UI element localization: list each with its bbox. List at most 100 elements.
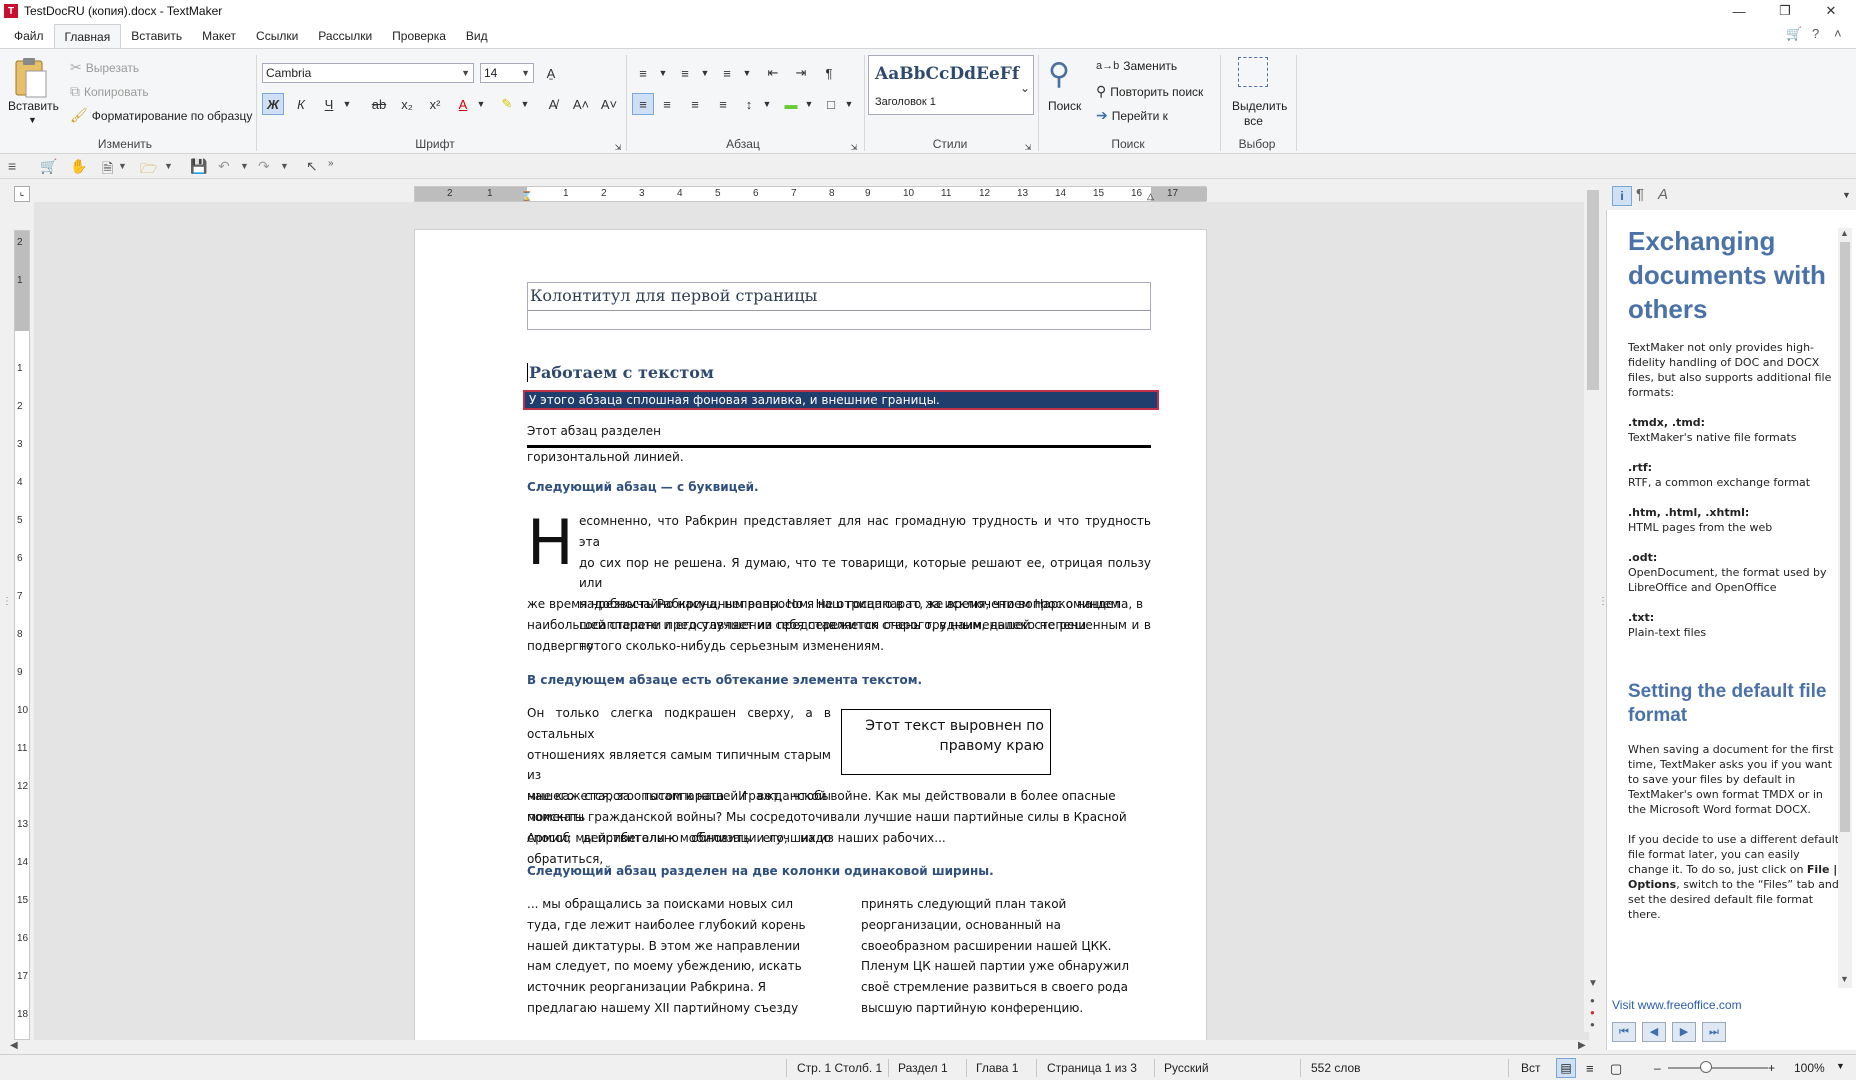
format-painter-button[interactable]: 🖌 Форматирование по образцу <box>70 107 252 124</box>
dialog-launcher-icon[interactable]: ⇲ <box>1022 141 1034 153</box>
undo-dropdown-icon[interactable]: ▼ <box>240 161 249 171</box>
menu-review[interactable]: Проверка <box>382 24 456 48</box>
next-object-icon[interactable]: ● <box>1590 1020 1595 1029</box>
bullets-icon[interactable]: ≡ <box>632 62 654 84</box>
select-all-icon[interactable] <box>1238 57 1268 87</box>
right-indent-marker-icon[interactable]: △ <box>1147 191 1154 202</box>
replace-button[interactable]: a→b Заменить <box>1096 59 1177 73</box>
undo-icon[interactable]: ↶ <box>218 158 230 175</box>
search-button[interactable]: Поиск <box>1048 99 1081 113</box>
style-gallery[interactable]: AaBbCcDdEeFf Заголовок 1 <box>868 55 1034 115</box>
tab-stop-selector-icon[interactable]: ⌞ <box>14 186 30 202</box>
underline-dropdown-icon[interactable]: ▼ <box>336 93 358 115</box>
minimize-icon[interactable]: — <box>1716 0 1762 22</box>
line-spacing-dropdown-icon[interactable]: ▼ <box>756 93 778 115</box>
numbering-dropdown-icon[interactable]: ▼ <box>694 62 716 84</box>
freeoffice-link[interactable]: Visit www.freeoffice.com <box>1612 998 1742 1012</box>
scroll-down-icon[interactable]: ▼ <box>1588 978 1598 989</box>
bold-button[interactable]: Ж <box>262 93 284 115</box>
menu-view[interactable]: Вид <box>456 24 498 48</box>
bullets-dropdown-icon[interactable]: ▼ <box>652 62 674 84</box>
horizontal-scrollbar[interactable]: ◀ ▶ <box>8 1040 1592 1054</box>
italic-button[interactable]: К <box>290 93 312 115</box>
new-document-icon[interactable]: 🗎 <box>102 158 113 182</box>
copy-button[interactable]: ⧉ Копировать <box>70 83 149 100</box>
change-case-icon[interactable]: A̱ <box>540 62 562 84</box>
page-view-icon[interactable]: ▤ <box>1556 1058 1576 1078</box>
cart-icon[interactable]: 🛒 <box>40 158 57 175</box>
align-center-icon[interactable]: ≡ <box>656 93 678 115</box>
align-left-icon[interactable]: ≡ <box>632 93 654 115</box>
paste-button[interactable]: Вставить <box>8 99 59 113</box>
numbering-icon[interactable]: ≡ <box>674 62 696 84</box>
paragraph-style-icon[interactable]: ¶ <box>1636 186 1644 203</box>
menu-home[interactable]: Главная <box>53 24 122 48</box>
status-section[interactable]: Раздел 1 <box>898 1061 948 1075</box>
help-icon[interactable]: ? <box>1812 26 1819 41</box>
vertical-ruler[interactable]: 2 1 1 2 3 4 5 6 7 8 9 10 11 12 13 14 15 … <box>14 230 30 1040</box>
vertical-scrollbar[interactable]: ▼ ● ● ● <box>1584 182 1602 1032</box>
multilevel-list-icon[interactable]: ≡ <box>716 62 738 84</box>
superscript-icon[interactable]: x² <box>424 93 446 115</box>
next-page-icon[interactable]: ▶ <box>1672 1022 1696 1042</box>
document-page[interactable]: Колонтитул для первой страницы Работаем … <box>414 229 1207 1049</box>
select-all-button-line1[interactable]: Выделить <box>1232 99 1287 113</box>
cut-button[interactable]: ✂ Вырезать <box>70 59 139 76</box>
scroll-left-icon[interactable]: ◀ <box>10 1040 18 1051</box>
goto-button[interactable]: ➔ Перейти к <box>1096 107 1168 124</box>
shading-dropdown-icon[interactable]: ▼ <box>798 93 820 115</box>
status-chapter[interactable]: Глава 1 <box>976 1061 1018 1075</box>
zoom-out-icon[interactable]: – <box>1654 1061 1661 1075</box>
scrollbar-thumb[interactable] <box>1587 190 1599 390</box>
zoom-level[interactable]: 100% <box>1794 1061 1825 1075</box>
browse-object-icon[interactable]: ● <box>1590 1008 1595 1017</box>
strikethrough-icon[interactable]: ab <box>368 93 390 115</box>
search-icon[interactable]: ⚲ <box>1048 57 1070 92</box>
zoom-dropdown-icon[interactable]: ▼ <box>1836 1061 1845 1071</box>
status-page[interactable]: Страница 1 из 3 <box>1047 1061 1137 1075</box>
multilevel-dropdown-icon[interactable]: ▼ <box>736 62 758 84</box>
pilcrow-icon[interactable]: ¶ <box>818 62 840 84</box>
font-size-combo[interactable]: 14 ▼ <box>480 63 534 83</box>
scroll-right-icon[interactable]: ▶ <box>1578 1040 1586 1051</box>
sidebar-dropdown-icon[interactable]: ▼ <box>1842 190 1851 200</box>
prev-object-icon[interactable]: ● <box>1590 996 1595 1005</box>
master-page-view-icon[interactable]: ▢ <box>1610 1061 1622 1077</box>
cart-icon[interactable]: 🛒 <box>1786 26 1802 42</box>
dialog-launcher-icon[interactable]: ⇲ <box>612 141 624 153</box>
zoom-in-icon[interactable]: + <box>1768 1061 1775 1075</box>
restore-icon[interactable]: ❐ <box>1762 0 1808 22</box>
justify-icon[interactable]: ≡ <box>712 93 734 115</box>
select-all-button-line2[interactable]: все <box>1244 114 1263 128</box>
status-language[interactable]: Русский <box>1164 1061 1209 1075</box>
redo-dropdown-icon[interactable]: ▼ <box>280 161 289 171</box>
scroll-down-icon[interactable]: ▼ <box>1840 974 1849 984</box>
repeat-search-button[interactable]: ⚲ Повторить поиск <box>1096 83 1203 100</box>
zoom-slider-thumb[interactable] <box>1700 1061 1712 1073</box>
scrollbar-thumb[interactable] <box>1840 242 1850 832</box>
new-dropdown-icon[interactable]: ▼ <box>118 161 127 171</box>
info-icon[interactable]: i <box>1612 186 1632 206</box>
paste-dropdown-icon[interactable]: ▼ <box>28 115 37 125</box>
previous-page-icon[interactable]: ◀ <box>1642 1022 1666 1042</box>
dialog-launcher-icon[interactable]: ⇲ <box>848 141 860 153</box>
first-page-icon[interactable]: ⏮ <box>1612 1022 1636 1042</box>
last-page-icon[interactable]: ⏭ <box>1702 1022 1726 1042</box>
sidebar-scrollbar[interactable]: ▲ ▼ <box>1838 228 1852 988</box>
paste-icon[interactable] <box>10 57 54 101</box>
open-dropdown-icon[interactable]: ▼ <box>164 161 173 171</box>
align-right-icon[interactable]: ≡ <box>684 93 706 115</box>
borders-dropdown-icon[interactable]: ▼ <box>838 93 860 115</box>
menu-insert[interactable]: Вставить <box>121 24 192 48</box>
subscript-icon[interactable]: x₂ <box>396 93 418 115</box>
header-frame[interactable]: Колонтитул для первой страницы <box>527 282 1151 330</box>
hand-icon[interactable]: ✋ <box>70 158 87 175</box>
increase-indent-icon[interactable]: ⇥ <box>790 62 812 84</box>
horizontal-ruler[interactable]: 2 1 1 2 3 4 5 6 7 8 9 10 11 12 13 14 15 … <box>414 186 1207 202</box>
grow-font-icon[interactable]: A˄ <box>570 93 592 115</box>
left-panel-handle-icon[interactable]: ⋮ <box>2 596 12 607</box>
indent-marker-icon[interactable]: ⌛ <box>521 191 532 202</box>
toolbar-overflow-icon[interactable]: » <box>328 158 334 169</box>
select-pointer-icon[interactable]: ↖ <box>306 158 318 175</box>
menu-file[interactable]: Файл <box>4 24 54 48</box>
